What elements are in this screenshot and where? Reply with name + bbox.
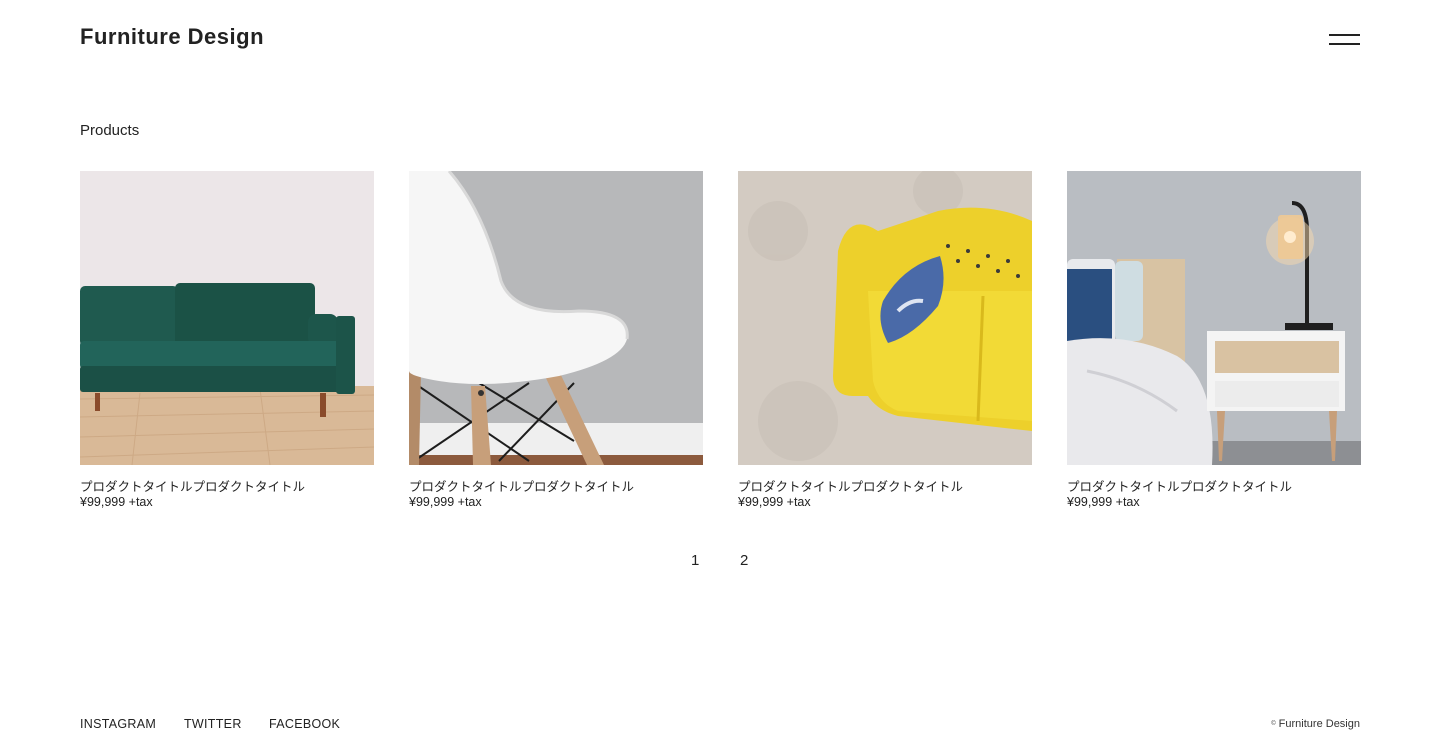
pagination: 1 2	[0, 552, 1440, 572]
product-image-white-chair[interactable]	[409, 171, 703, 465]
section-title: Products	[80, 122, 140, 139]
product-card[interactable]: プロダクトタイトルプロダクトタイトル ¥99,999 +tax	[1067, 171, 1361, 509]
product-title[interactable]: プロダクトタイトルプロダクトタイトル	[80, 476, 380, 495]
product-price: ¥99,999 +tax	[738, 495, 811, 509]
product-price: ¥99,999 +tax	[80, 495, 153, 509]
nightstand-image	[1067, 171, 1361, 465]
page-link-2[interactable]: 2	[740, 552, 748, 569]
product-title[interactable]: プロダクトタイトルプロダクトタイトル	[738, 476, 1038, 495]
product-image-nightstand[interactable]	[1067, 171, 1361, 465]
product-grid: プロダクトタイトルプロダクトタイトル ¥99,999 +tax プロダクトタイト…	[80, 171, 1361, 516]
copyright: © Furniture Design	[1271, 718, 1360, 730]
yellow-sofa-image	[738, 171, 1032, 465]
product-price: ¥99,999 +tax	[1067, 495, 1140, 509]
facebook-link[interactable]: FACEBOOK	[269, 717, 340, 731]
product-price: ¥99,999 +tax	[409, 495, 482, 509]
product-image-yellow-sofa[interactable]	[738, 171, 1032, 465]
menu-bar-bottom	[1329, 43, 1360, 45]
product-title[interactable]: プロダクトタイトルプロダクトタイトル	[1067, 476, 1367, 495]
green-sofa-image	[80, 171, 374, 465]
product-card[interactable]: プロダクトタイトルプロダクトタイトル ¥99,999 +tax	[80, 171, 374, 509]
product-card[interactable]: プロダクトタイトルプロダクトタイトル ¥99,999 +tax	[738, 171, 1032, 509]
site-logo[interactable]: Furniture Design	[80, 24, 264, 50]
copyright-text: Furniture Design	[1278, 718, 1360, 730]
white-chair-image	[409, 171, 703, 465]
instagram-link[interactable]: INSTAGRAM	[80, 717, 156, 731]
product-card[interactable]: プロダクトタイトルプロダクトタイトル ¥99,999 +tax	[409, 171, 703, 509]
page-link-1[interactable]: 1	[691, 552, 699, 569]
copyright-icon: ©	[1271, 721, 1276, 727]
twitter-link[interactable]: TWITTER	[184, 717, 242, 731]
product-image-green-sofa[interactable]	[80, 171, 374, 465]
product-title[interactable]: プロダクトタイトルプロダクトタイトル	[409, 476, 709, 495]
hamburger-menu-icon[interactable]	[1328, 30, 1362, 50]
menu-bar-top	[1329, 34, 1360, 36]
